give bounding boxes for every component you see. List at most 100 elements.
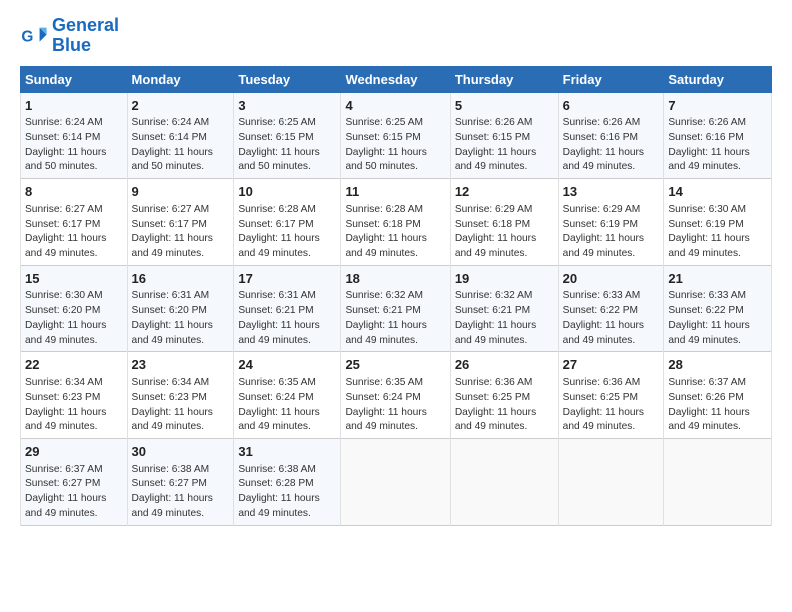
day-info: Sunrise: 6:24 AMSunset: 6:14 PMDaylight:… bbox=[132, 117, 213, 172]
calendar-week-row: 1 Sunrise: 6:24 AMSunset: 6:14 PMDayligh… bbox=[21, 92, 772, 179]
calendar-cell bbox=[341, 439, 450, 526]
calendar-cell: 23 Sunrise: 6:34 AMSunset: 6:23 PMDaylig… bbox=[127, 352, 234, 439]
calendar-cell: 30 Sunrise: 6:38 AMSunset: 6:27 PMDaylig… bbox=[127, 439, 234, 526]
day-number: 26 bbox=[455, 356, 554, 374]
day-number: 19 bbox=[455, 270, 554, 288]
calendar-cell: 1 Sunrise: 6:24 AMSunset: 6:14 PMDayligh… bbox=[21, 92, 128, 179]
day-info: Sunrise: 6:28 AMSunset: 6:17 PMDaylight:… bbox=[238, 204, 319, 259]
day-number: 31 bbox=[238, 443, 336, 461]
calendar-week-row: 8 Sunrise: 6:27 AMSunset: 6:17 PMDayligh… bbox=[21, 179, 772, 266]
day-info: Sunrise: 6:36 AMSunset: 6:25 PMDaylight:… bbox=[563, 377, 644, 432]
day-number: 2 bbox=[132, 97, 230, 115]
calendar-cell: 29 Sunrise: 6:37 AMSunset: 6:27 PMDaylig… bbox=[21, 439, 128, 526]
day-info: Sunrise: 6:32 AMSunset: 6:21 PMDaylight:… bbox=[455, 290, 536, 345]
day-number: 10 bbox=[238, 183, 336, 201]
calendar-table: SundayMondayTuesdayWednesdayThursdayFrid… bbox=[20, 66, 772, 526]
calendar-day-header: Tuesday bbox=[234, 66, 341, 92]
day-info: Sunrise: 6:38 AMSunset: 6:28 PMDaylight:… bbox=[238, 464, 319, 519]
day-info: Sunrise: 6:36 AMSunset: 6:25 PMDaylight:… bbox=[455, 377, 536, 432]
calendar-cell bbox=[450, 439, 558, 526]
day-info: Sunrise: 6:26 AMSunset: 6:15 PMDaylight:… bbox=[455, 117, 536, 172]
calendar-cell: 24 Sunrise: 6:35 AMSunset: 6:24 PMDaylig… bbox=[234, 352, 341, 439]
day-info: Sunrise: 6:33 AMSunset: 6:22 PMDaylight:… bbox=[563, 290, 644, 345]
calendar-cell: 15 Sunrise: 6:30 AMSunset: 6:20 PMDaylig… bbox=[21, 265, 128, 352]
day-info: Sunrise: 6:32 AMSunset: 6:21 PMDaylight:… bbox=[345, 290, 426, 345]
calendar-day-header: Sunday bbox=[21, 66, 128, 92]
day-info: Sunrise: 6:35 AMSunset: 6:24 PMDaylight:… bbox=[345, 377, 426, 432]
calendar-cell: 31 Sunrise: 6:38 AMSunset: 6:28 PMDaylig… bbox=[234, 439, 341, 526]
day-info: Sunrise: 6:25 AMSunset: 6:15 PMDaylight:… bbox=[345, 117, 426, 172]
day-number: 28 bbox=[668, 356, 767, 374]
calendar-cell: 2 Sunrise: 6:24 AMSunset: 6:14 PMDayligh… bbox=[127, 92, 234, 179]
day-info: Sunrise: 6:24 AMSunset: 6:14 PMDaylight:… bbox=[25, 117, 106, 172]
calendar-cell: 19 Sunrise: 6:32 AMSunset: 6:21 PMDaylig… bbox=[450, 265, 558, 352]
day-info: Sunrise: 6:30 AMSunset: 6:20 PMDaylight:… bbox=[25, 290, 106, 345]
day-number: 24 bbox=[238, 356, 336, 374]
header: G General Blue bbox=[20, 16, 772, 56]
day-number: 22 bbox=[25, 356, 123, 374]
day-info: Sunrise: 6:37 AMSunset: 6:27 PMDaylight:… bbox=[25, 464, 106, 519]
day-number: 5 bbox=[455, 97, 554, 115]
day-number: 18 bbox=[345, 270, 445, 288]
calendar-cell: 11 Sunrise: 6:28 AMSunset: 6:18 PMDaylig… bbox=[341, 179, 450, 266]
calendar-cell: 12 Sunrise: 6:29 AMSunset: 6:18 PMDaylig… bbox=[450, 179, 558, 266]
day-number: 12 bbox=[455, 183, 554, 201]
calendar-day-header: Friday bbox=[558, 66, 664, 92]
day-number: 3 bbox=[238, 97, 336, 115]
calendar-cell: 18 Sunrise: 6:32 AMSunset: 6:21 PMDaylig… bbox=[341, 265, 450, 352]
calendar-week-row: 15 Sunrise: 6:30 AMSunset: 6:20 PMDaylig… bbox=[21, 265, 772, 352]
day-number: 9 bbox=[132, 183, 230, 201]
calendar-cell: 6 Sunrise: 6:26 AMSunset: 6:16 PMDayligh… bbox=[558, 92, 664, 179]
day-number: 16 bbox=[132, 270, 230, 288]
calendar-cell: 10 Sunrise: 6:28 AMSunset: 6:17 PMDaylig… bbox=[234, 179, 341, 266]
calendar-cell: 3 Sunrise: 6:25 AMSunset: 6:15 PMDayligh… bbox=[234, 92, 341, 179]
calendar-cell: 28 Sunrise: 6:37 AMSunset: 6:26 PMDaylig… bbox=[664, 352, 772, 439]
day-info: Sunrise: 6:28 AMSunset: 6:18 PMDaylight:… bbox=[345, 204, 426, 259]
day-number: 11 bbox=[345, 183, 445, 201]
calendar-cell: 4 Sunrise: 6:25 AMSunset: 6:15 PMDayligh… bbox=[341, 92, 450, 179]
calendar-cell: 27 Sunrise: 6:36 AMSunset: 6:25 PMDaylig… bbox=[558, 352, 664, 439]
svg-text:G: G bbox=[21, 28, 33, 45]
calendar-cell: 17 Sunrise: 6:31 AMSunset: 6:21 PMDaylig… bbox=[234, 265, 341, 352]
day-number: 8 bbox=[25, 183, 123, 201]
day-number: 4 bbox=[345, 97, 445, 115]
logo: G General Blue bbox=[20, 16, 119, 56]
day-number: 23 bbox=[132, 356, 230, 374]
day-number: 7 bbox=[668, 97, 767, 115]
calendar-cell: 26 Sunrise: 6:36 AMSunset: 6:25 PMDaylig… bbox=[450, 352, 558, 439]
logo-text: General Blue bbox=[52, 16, 119, 56]
calendar-week-row: 22 Sunrise: 6:34 AMSunset: 6:23 PMDaylig… bbox=[21, 352, 772, 439]
day-info: Sunrise: 6:26 AMSunset: 6:16 PMDaylight:… bbox=[668, 117, 749, 172]
calendar-cell bbox=[664, 439, 772, 526]
calendar-cell: 14 Sunrise: 6:30 AMSunset: 6:19 PMDaylig… bbox=[664, 179, 772, 266]
day-info: Sunrise: 6:37 AMSunset: 6:26 PMDaylight:… bbox=[668, 377, 749, 432]
calendar-cell: 13 Sunrise: 6:29 AMSunset: 6:19 PMDaylig… bbox=[558, 179, 664, 266]
calendar-week-row: 29 Sunrise: 6:37 AMSunset: 6:27 PMDaylig… bbox=[21, 439, 772, 526]
day-info: Sunrise: 6:34 AMSunset: 6:23 PMDaylight:… bbox=[25, 377, 106, 432]
calendar-cell: 22 Sunrise: 6:34 AMSunset: 6:23 PMDaylig… bbox=[21, 352, 128, 439]
day-number: 20 bbox=[563, 270, 660, 288]
day-info: Sunrise: 6:38 AMSunset: 6:27 PMDaylight:… bbox=[132, 464, 213, 519]
day-number: 1 bbox=[25, 97, 123, 115]
calendar-cell: 8 Sunrise: 6:27 AMSunset: 6:17 PMDayligh… bbox=[21, 179, 128, 266]
day-info: Sunrise: 6:26 AMSunset: 6:16 PMDaylight:… bbox=[563, 117, 644, 172]
day-info: Sunrise: 6:35 AMSunset: 6:24 PMDaylight:… bbox=[238, 377, 319, 432]
day-info: Sunrise: 6:34 AMSunset: 6:23 PMDaylight:… bbox=[132, 377, 213, 432]
calendar-cell: 7 Sunrise: 6:26 AMSunset: 6:16 PMDayligh… bbox=[664, 92, 772, 179]
calendar-cell: 25 Sunrise: 6:35 AMSunset: 6:24 PMDaylig… bbox=[341, 352, 450, 439]
logo-icon: G bbox=[20, 22, 48, 50]
day-info: Sunrise: 6:27 AMSunset: 6:17 PMDaylight:… bbox=[25, 204, 106, 259]
calendar-cell: 21 Sunrise: 6:33 AMSunset: 6:22 PMDaylig… bbox=[664, 265, 772, 352]
day-info: Sunrise: 6:29 AMSunset: 6:19 PMDaylight:… bbox=[563, 204, 644, 259]
day-info: Sunrise: 6:31 AMSunset: 6:20 PMDaylight:… bbox=[132, 290, 213, 345]
day-number: 21 bbox=[668, 270, 767, 288]
day-info: Sunrise: 6:30 AMSunset: 6:19 PMDaylight:… bbox=[668, 204, 749, 259]
day-info: Sunrise: 6:31 AMSunset: 6:21 PMDaylight:… bbox=[238, 290, 319, 345]
calendar-cell: 9 Sunrise: 6:27 AMSunset: 6:17 PMDayligh… bbox=[127, 179, 234, 266]
day-number: 14 bbox=[668, 183, 767, 201]
calendar-header-row: SundayMondayTuesdayWednesdayThursdayFrid… bbox=[21, 66, 772, 92]
day-info: Sunrise: 6:29 AMSunset: 6:18 PMDaylight:… bbox=[455, 204, 536, 259]
calendar-day-header: Wednesday bbox=[341, 66, 450, 92]
calendar-cell bbox=[558, 439, 664, 526]
calendar-day-header: Thursday bbox=[450, 66, 558, 92]
